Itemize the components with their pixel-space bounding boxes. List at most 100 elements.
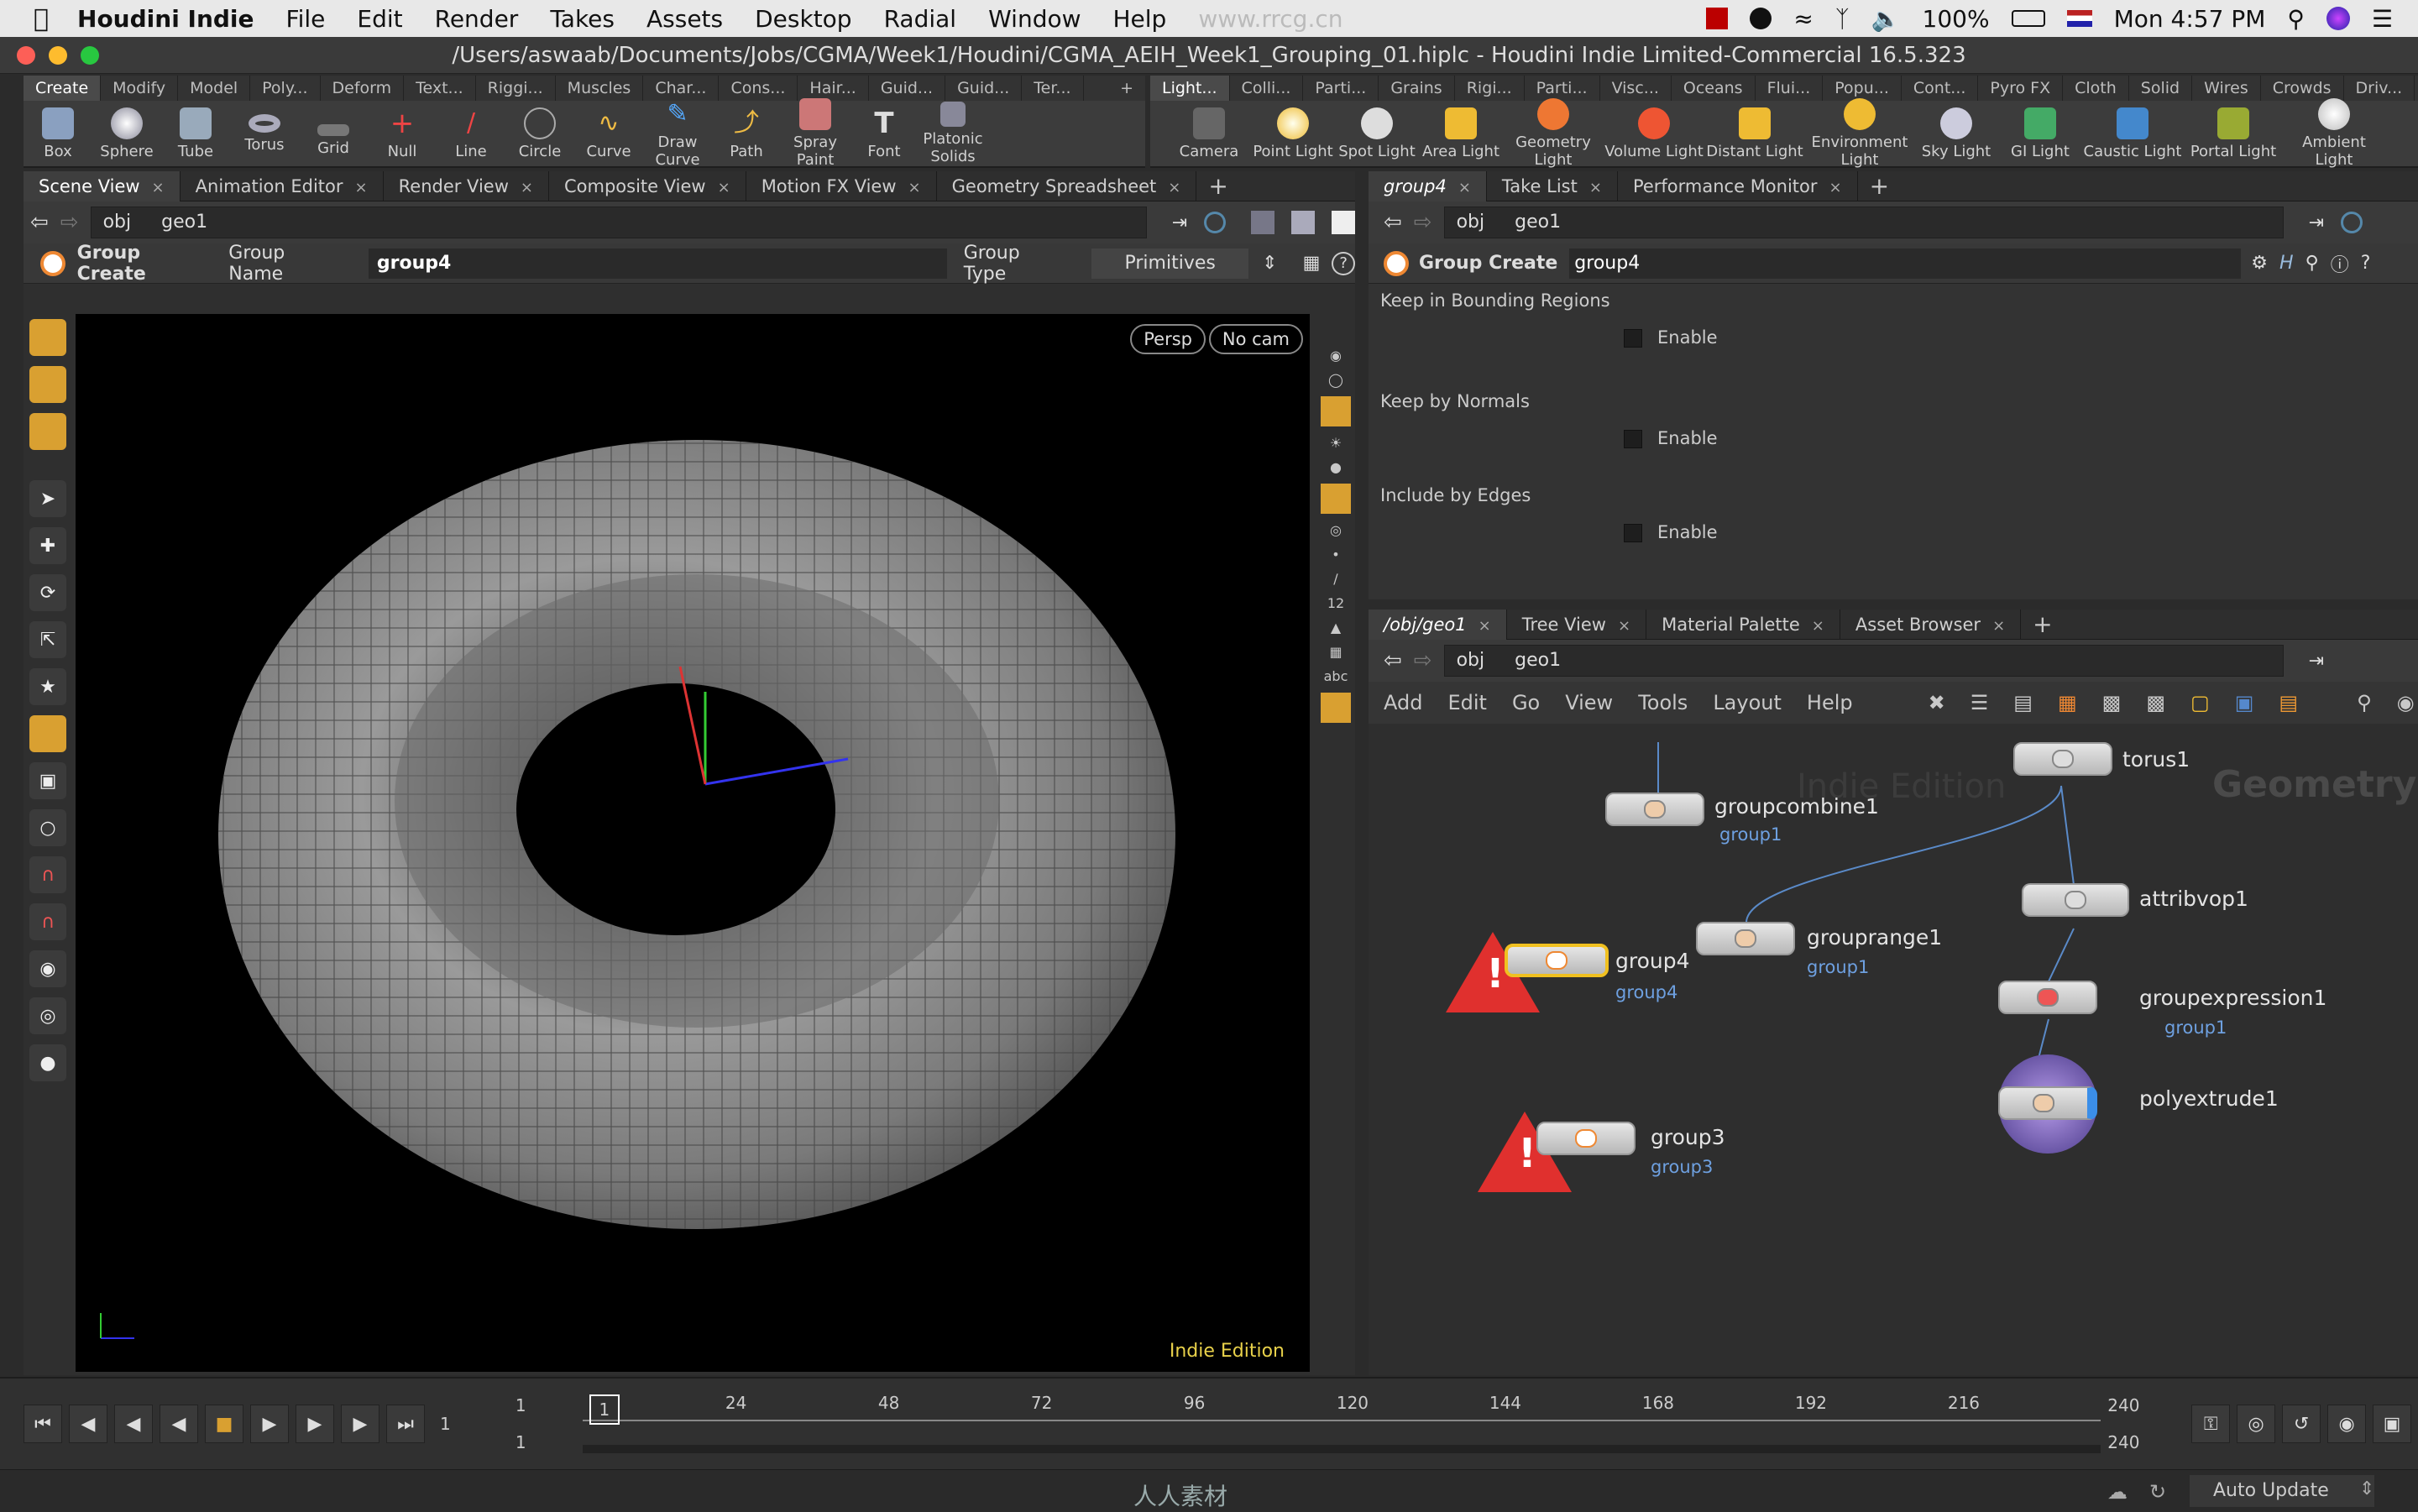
menu-edit[interactable]: Edit: [1447, 691, 1486, 714]
minimize-window-button[interactable]: [49, 46, 67, 65]
path-geo1[interactable]: geo1: [1515, 646, 1561, 676]
add-tab-button[interactable]: +: [1870, 172, 1889, 200]
display-icon[interactable]: ◉: [1330, 348, 1342, 364]
display-options-icon[interactable]: [1251, 211, 1275, 234]
pin-icon[interactable]: ⇥: [2309, 651, 2324, 672]
frame-cursor[interactable]: 1: [589, 1394, 620, 1425]
chevron-updown-icon[interactable]: ⇕: [2359, 1478, 2374, 1499]
group-name-field[interactable]: group4: [368, 248, 947, 279]
shelf-tab[interactable]: Hair...: [798, 76, 869, 101]
image-icon[interactable]: ▣: [2235, 691, 2254, 714]
info-icon[interactable]: ⓘ: [2331, 250, 2349, 277]
shelf-tab[interactable]: Ter...: [1022, 76, 1084, 101]
shelf-tab[interactable]: Rigi...: [1455, 76, 1525, 101]
node-grouprange1[interactable]: [1696, 922, 1795, 955]
tool-path[interactable]: ⤴ Path: [712, 107, 781, 160]
tool-tube[interactable]: Tube: [161, 107, 230, 160]
lighting-icon[interactable]: ●: [1330, 459, 1342, 475]
battery-icon[interactable]: [2011, 10, 2045, 27]
tab-motion-fx-view[interactable]: Motion FX View ×: [746, 170, 937, 201]
tool-volume-light[interactable]: Volume Light: [1604, 107, 1704, 160]
path-geo1[interactable]: geo1: [161, 207, 207, 238]
node-groupexpression1[interactable]: [1998, 981, 2097, 1014]
shelf-tab[interactable]: Grains: [1379, 76, 1455, 101]
close-tab-icon[interactable]: ×: [1618, 617, 1630, 635]
shelf-tab[interactable]: Colli...: [1230, 76, 1304, 101]
prev-key-icon[interactable]: ◀: [69, 1405, 107, 1443]
tab-scene-view[interactable]: Scene View ×: [24, 170, 181, 201]
pin-icon[interactable]: ⇥: [2309, 212, 2324, 233]
node-group3[interactable]: [1536, 1122, 1636, 1155]
point-numbers-icon[interactable]: •: [1332, 547, 1339, 562]
jump-start-icon[interactable]: ⏮: [24, 1405, 62, 1443]
view-tool-icon[interactable]: ▣: [29, 762, 66, 799]
shelf-tab[interactable]: Popu...: [1823, 76, 1902, 101]
eye-icon[interactable]: ◉: [2397, 691, 2415, 714]
camera-menu[interactable]: No cam: [1208, 324, 1303, 354]
global-start-value[interactable]: 1: [516, 1432, 583, 1452]
shelf-tab[interactable]: Pyro FX: [1978, 76, 2064, 101]
visualizer-icon[interactable]: ◎: [1330, 522, 1342, 538]
step-forward-icon[interactable]: ▶: [296, 1405, 334, 1443]
shelf-tab[interactable]: Cont...: [1902, 76, 1979, 101]
loop-icon[interactable]: ↺: [2282, 1405, 2321, 1443]
close-tab-icon[interactable]: ×: [152, 179, 165, 196]
tab-animation-editor[interactable]: Animation Editor ×: [181, 170, 384, 201]
shelf-tab[interactable]: Char...: [643, 76, 720, 101]
zoom-window-button[interactable]: [81, 46, 99, 65]
menu-radial[interactable]: Radial: [884, 5, 957, 33]
close-tab-icon[interactable]: ×: [1812, 617, 1824, 635]
close-tab-icon[interactable]: ×: [718, 179, 730, 196]
camera-tool-icon[interactable]: ◉: [29, 950, 66, 987]
light-bulb-icon[interactable]: ☀: [1330, 435, 1342, 451]
sticky-note-icon[interactable]: ▢: [2190, 691, 2210, 714]
notification-center-icon[interactable]: ☰: [2372, 5, 2393, 33]
tool-caustic-light[interactable]: Caustic Light: [2082, 107, 2183, 160]
tool-curve[interactable]: ∿ Curve: [574, 107, 643, 160]
add-shelf-tab-button[interactable]: +: [1108, 76, 1145, 101]
close-tab-icon[interactable]: ×: [908, 179, 921, 196]
numbers-icon[interactable]: 12: [1327, 595, 1344, 611]
range-start-value[interactable]: 1: [516, 1395, 583, 1415]
pin-icon[interactable]: ⇥: [1172, 212, 1187, 233]
select-dynamics-icon[interactable]: [29, 413, 66, 450]
background-image-icon[interactable]: [1321, 693, 1351, 723]
tab-asset-browser[interactable]: Asset Browser ×: [1840, 609, 2022, 640]
current-frame-field[interactable]: 1: [440, 1414, 516, 1434]
tab-geometry-spreadsheet[interactable]: Geometry Spreadsheet ×: [937, 170, 1197, 201]
shelf-tab[interactable]: Flui...: [1756, 76, 1824, 101]
shelf-tab[interactable]: Cloth: [2063, 76, 2129, 101]
wifi-icon[interactable]: ≈: [1793, 5, 1813, 33]
shelf-tab[interactable]: Riggi...: [476, 76, 556, 101]
tool-font[interactable]: T Font: [850, 107, 919, 160]
close-tab-icon[interactable]: ×: [355, 179, 368, 196]
node-group4[interactable]: [1505, 944, 1609, 977]
shelf-tab[interactable]: Model: [178, 76, 251, 101]
tool-circle[interactable]: Circle: [505, 107, 574, 160]
tool-gi-light[interactable]: GI Light: [1998, 107, 2082, 160]
app-menu[interactable]: Houdini Indie: [77, 5, 254, 33]
close-tab-icon[interactable]: ×: [1829, 179, 1842, 196]
spotlight-search-icon[interactable]: ⚲: [2287, 5, 2305, 33]
record-icon[interactable]: [1706, 8, 1729, 29]
menu-takes[interactable]: Takes: [550, 5, 615, 33]
normals-icon[interactable]: ∕: [1333, 571, 1337, 587]
back-arrow-icon[interactable]: ⇦: [1384, 648, 1402, 673]
tab-obj-geo1[interactable]: /obj/geo1 ×: [1369, 609, 1507, 640]
shelf-tab[interactable]: Oceans: [1672, 76, 1756, 101]
shelf-tab[interactable]: Cons...: [719, 76, 798, 101]
move-tool-icon[interactable]: ✚: [29, 527, 66, 564]
vertex-icon[interactable]: ▲: [1331, 620, 1341, 636]
rotate-tool-icon[interactable]: ⟳: [29, 574, 66, 611]
siri-icon[interactable]: [2326, 7, 2350, 30]
shelf-tab[interactable]: Guid...: [869, 76, 946, 101]
enable-checkbox[interactable]: Enable: [1624, 327, 2406, 348]
tab-group4-params[interactable]: group4 ×: [1369, 170, 1487, 201]
network-path[interactable]: obj geo1: [90, 207, 1147, 238]
list-icon[interactable]: ▤: [2013, 691, 2033, 714]
path-obj[interactable]: obj: [1457, 207, 1485, 238]
checkbox-box[interactable]: [1624, 329, 1642, 348]
refresh-icon[interactable]: ↻: [2149, 1480, 2166, 1504]
shelf-tab[interactable]: Deform: [321, 76, 405, 101]
menu-assets[interactable]: Assets: [646, 5, 723, 33]
